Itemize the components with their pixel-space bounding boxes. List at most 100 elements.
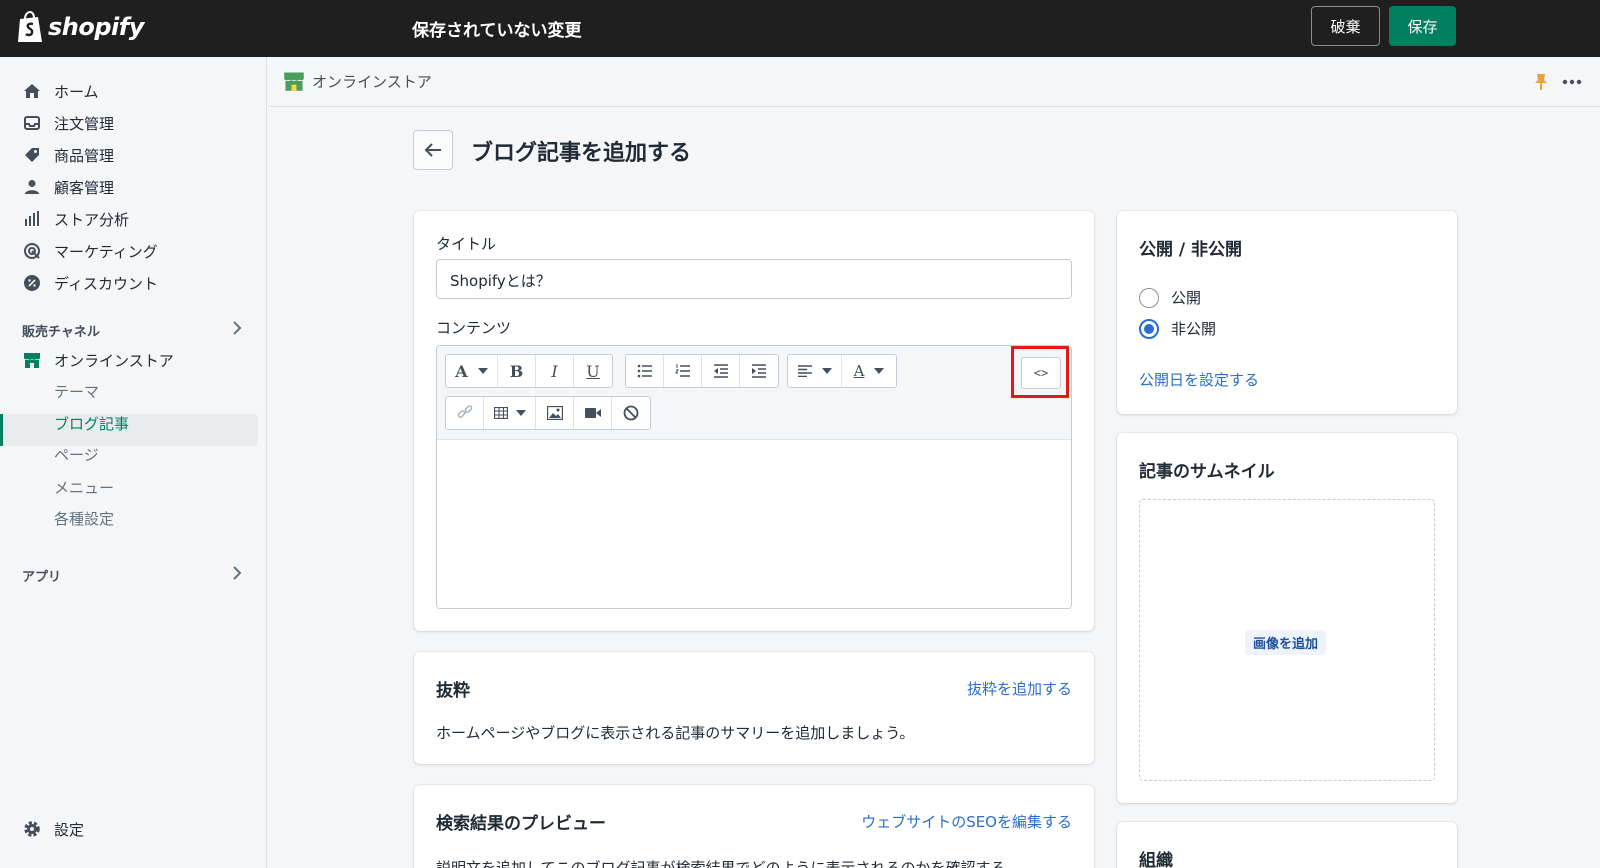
person-icon [22,177,42,197]
sidebar-item-online-store[interactable]: オンラインストア [22,346,174,374]
store-icon [283,70,305,92]
thumbnail-card: 記事のサムネイル 画像を追加 [1117,433,1457,803]
save-button[interactable]: 保存 [1389,6,1456,46]
edit-seo-link[interactable]: ウェブサイトのSEOを編集する [861,811,1072,832]
logo-text: shopify [48,13,144,41]
sidebar-item-label: オンラインストア [54,351,174,370]
sidebar-item-label: 設定 [54,820,85,839]
link-icon[interactable] [446,397,484,429]
add-excerpt-link[interactable]: 抜粋を追加する [967,678,1072,699]
clear-formatting-icon[interactable] [612,397,650,429]
inbox-icon [22,113,42,133]
sidebar-item-settings[interactable]: 設定 [22,815,84,843]
bold-icon[interactable]: B [498,355,536,387]
editor-body[interactable] [437,440,1071,608]
sidebar-item-discounts[interactable]: ディスカウント [22,269,158,297]
shopify-logo[interactable]: shopify [16,10,144,44]
discard-button[interactable]: 破棄 [1311,6,1380,46]
seo-preview-title: 検索結果のプレビュー [436,814,606,834]
text-color-dropdown[interactable]: A [842,355,896,387]
visibility-option-hidden[interactable]: 非公開 [1139,318,1216,339]
radio-label: 非公開 [1171,320,1217,338]
image-dropzone[interactable]: 画像を追加 [1139,499,1435,781]
active-item-indicator [0,414,3,446]
caret-down-icon [515,410,526,416]
gear-icon [22,819,42,839]
sidebar-subitem-preferences[interactable]: 各種設定 [54,508,114,529]
table-icon [493,407,508,419]
sidebar-item-label: ストア分析 [54,210,130,229]
channel-name: オンラインストア [312,73,432,91]
table-dropdown[interactable] [484,397,536,429]
seo-preview-card: 検索結果のプレビュー ウェブサイトのSEOを編集する 説明文を追加してこのブログ… [414,785,1094,868]
set-publish-date-link[interactable]: 公開日を設定する [1139,369,1259,390]
bullet-list-icon[interactable] [626,355,664,387]
sidebar-item-label: ディスカウント [54,274,158,293]
outdent-icon[interactable] [702,355,740,387]
sidebar-subitem-themes[interactable]: テーマ [54,381,99,402]
back-button[interactable] [413,130,453,170]
underline-icon[interactable]: U [574,355,612,387]
title-input[interactable]: Shopifyとは？ [436,259,1072,299]
list-group [625,354,779,388]
text-style-dropdown[interactable]: A [446,355,498,387]
insert-group [445,396,651,430]
arrow-left-icon [424,143,441,157]
sidebar-subitem-menus[interactable]: メニュー [54,477,114,498]
image-icon[interactable] [536,397,574,429]
align-dropdown[interactable] [788,355,842,387]
seo-description: 説明文を追加してこのブログ記事が検索結果でどのように表示されるのかを確認する。 [436,859,1021,868]
sidebar-item-analytics[interactable]: ストア分析 [22,205,129,233]
sidebar-subitem-pages[interactable]: ページ [54,444,99,465]
discount-icon [22,273,42,293]
chevron-right-icon[interactable] [231,565,243,581]
visibility-card: 公開 / 非公開 公開 非公開 公開日を設定する [1117,211,1457,414]
pin-icon[interactable] [1534,73,1548,91]
html-source-button[interactable]: <> [1021,357,1061,389]
sidebar-subitem-blog-posts[interactable]: ブログ記事 [54,413,129,434]
bar-chart-icon [22,209,42,229]
sidebar-item-label: 顧客管理 [54,178,115,197]
radio-button[interactable] [1139,287,1159,308]
indent-icon[interactable] [740,355,778,387]
sidebar-item-products[interactable]: 商品管理 [22,141,114,169]
title-label: タイトル [436,235,497,253]
shopify-bag-icon [18,10,42,42]
sidebar-item-label: ホーム [54,82,99,101]
editor-toolbar: A B I U A <> [437,346,1071,440]
sidebar-item-marketing[interactable]: マーケティング [22,237,158,265]
sidebar-item-label: マーケティング [54,242,158,261]
tag-icon [22,145,42,165]
store-icon [22,350,42,370]
organization-title: 組織 [1139,851,1173,868]
post-content-card: タイトル Shopifyとは？ コンテンツ A B I U A <> [414,211,1094,631]
font-style-group: A B I U [445,354,613,388]
more-actions-icon[interactable] [1562,79,1582,85]
sidebar-item-orders[interactable]: 注文管理 [22,109,114,137]
content-label: コンテンツ [436,319,512,337]
rich-text-editor: A B I U A <> [436,345,1072,609]
font-icon: A [455,361,468,381]
caret-down-icon [477,368,488,374]
channel-header: オンラインストア [268,57,1600,107]
add-image-button[interactable]: 画像を追加 [1245,630,1327,655]
page-title: ブログ記事を追加する [471,141,692,166]
sidebar-item-home[interactable]: ホーム [22,77,99,105]
caret-down-icon [874,368,885,374]
video-icon[interactable] [574,397,612,429]
numbered-list-icon[interactable] [664,355,702,387]
thumbnail-title: 記事のサムネイル [1139,462,1275,482]
excerpt-description: ホームページやブログに表示される記事のサマリーを追加しましょう。 [436,724,915,742]
excerpt-title: 抜粋 [436,681,470,701]
apps-label: アプリ [22,570,62,585]
visibility-title: 公開 / 非公開 [1139,240,1243,260]
unsaved-changes-text: 保存されていない変更 [412,21,582,41]
sidebar-item-customers[interactable]: 顧客管理 [22,173,114,201]
visibility-option-visible[interactable]: 公開 [1139,287,1201,308]
format-group: A [787,354,897,388]
sidebar: ホーム 注文管理 商品管理 顧客管理 ストア分析 マーケティング ディスカウント… [0,57,267,868]
italic-icon[interactable]: I [536,355,574,387]
sidebar-item-label: 注文管理 [54,114,115,133]
radio-button-selected[interactable] [1139,318,1159,339]
chevron-right-icon[interactable] [231,320,243,336]
